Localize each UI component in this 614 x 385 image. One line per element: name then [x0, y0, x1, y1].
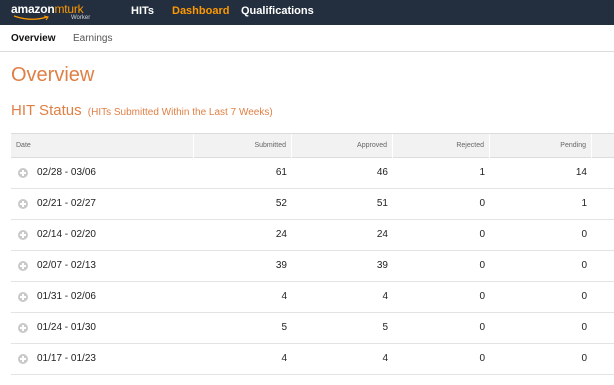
column-header-submitted[interactable]: Submitted	[194, 134, 292, 158]
cell-date: 01/17 - 01/23	[37, 353, 96, 364]
cell-date: 01/31 - 02/06	[37, 291, 96, 302]
nav-hits-link[interactable]: HITs	[131, 0, 154, 25]
cell-approved: 24	[376, 229, 388, 240]
cell-submitted: 52	[275, 198, 287, 209]
logo-wordmark: amazonmturk	[11, 2, 84, 16]
cell-rejected: 0	[479, 291, 485, 302]
cell-pending: 1	[581, 198, 587, 209]
table-row[interactable]: 02/07 - 02/13 39 39 0 0	[11, 251, 614, 282]
cell-pending: 0	[581, 291, 587, 302]
page-title: Overview	[11, 64, 95, 86]
cell-approved: 46	[376, 167, 388, 178]
expand-row-icon[interactable]	[18, 261, 28, 271]
cell-pending: 0	[581, 322, 587, 333]
cell-approved: 4	[382, 353, 388, 364]
column-header-rejected[interactable]: Rejected	[393, 134, 490, 158]
table-header: Date Submitted Approved Rejected Pending	[11, 134, 614, 158]
cell-rejected: 0	[479, 229, 485, 240]
cell-rejected: 0	[479, 322, 485, 333]
column-header-pending[interactable]: Pending	[490, 134, 592, 158]
logo-amazon-text: amazon	[11, 2, 55, 16]
cell-approved: 5	[382, 322, 388, 333]
expand-row-icon[interactable]	[18, 354, 28, 364]
cell-submitted: 4	[281, 291, 287, 302]
nav-qualifications-link[interactable]: Qualifications	[241, 0, 314, 25]
table-row[interactable]: 01/31 - 02/06 4 4 0 0	[11, 282, 614, 313]
cell-date: 02/28 - 03/06	[37, 167, 96, 178]
cell-approved: 51	[376, 198, 388, 209]
hit-status-note: (HITs Submitted Within the Last 7 Weeks)	[87, 107, 273, 118]
table-row[interactable]: 02/21 - 02/27 52 51 0 1	[11, 189, 614, 220]
amazon-mturk-logo[interactable]: amazonmturk Worker	[11, 2, 106, 24]
cell-date: 02/21 - 02/27	[37, 198, 96, 209]
nav-dashboard-link[interactable]: Dashboard	[172, 0, 229, 25]
column-header-approved[interactable]: Approved	[292, 134, 393, 158]
cell-rejected: 0	[479, 353, 485, 364]
dashboard-subnav: Overview Earnings	[0, 25, 614, 52]
logo-worker-subtitle: Worker	[71, 15, 91, 21]
top-navbar: amazonmturk Worker HITs Dashboard Qualif…	[0, 0, 614, 25]
expand-row-icon[interactable]	[18, 292, 28, 302]
cell-rejected: 0	[479, 260, 485, 271]
hit-status-title: HIT Status	[11, 102, 82, 119]
cell-approved: 4	[382, 291, 388, 302]
expand-row-icon[interactable]	[18, 199, 28, 209]
table-row[interactable]: 02/14 - 02/20 24 24 0 0	[11, 220, 614, 251]
cell-date: 02/07 - 02/13	[37, 260, 96, 271]
cell-submitted: 4	[281, 353, 287, 364]
subnav-overview-tab[interactable]: Overview	[11, 33, 55, 45]
cell-submitted: 39	[275, 260, 287, 271]
cell-date: 01/24 - 01/30	[37, 322, 96, 333]
cell-date: 02/14 - 02/20	[37, 229, 96, 240]
subnav-earnings-tab[interactable]: Earnings	[73, 33, 112, 45]
cell-pending: 14	[575, 167, 587, 178]
table-row[interactable]: 01/24 - 01/30 5 5 0 0	[11, 313, 614, 344]
table-row[interactable]: 01/17 - 01/23 4 4 0 0	[11, 344, 614, 375]
amazon-smile-icon	[13, 15, 49, 21]
logo-mturk-text: mturk	[54, 2, 84, 16]
expand-row-icon[interactable]	[18, 230, 28, 240]
table-row[interactable]: 02/28 - 03/06 61 46 1 14	[11, 158, 614, 189]
column-header-date[interactable]: Date	[11, 134, 194, 158]
cell-pending: 0	[581, 229, 587, 240]
cell-pending: 0	[581, 353, 587, 364]
cell-rejected: 1	[479, 167, 485, 178]
hit-status-heading: HIT Status (HITs Submitted Within the La…	[11, 101, 273, 123]
cell-submitted: 61	[275, 167, 287, 178]
table-body: 02/28 - 03/06 61 46 1 14 02/21 - 02/27 52 51 0 1 0…	[11, 158, 614, 375]
hit-status-table: Date Submitted Approved Rejected Pending…	[11, 133, 614, 375]
cell-rejected: 0	[479, 198, 485, 209]
expand-row-icon[interactable]	[18, 168, 28, 178]
cell-approved: 39	[376, 260, 388, 271]
cell-pending: 0	[581, 260, 587, 271]
cell-submitted: 5	[281, 322, 287, 333]
cell-submitted: 24	[275, 229, 287, 240]
expand-row-icon[interactable]	[18, 323, 28, 333]
